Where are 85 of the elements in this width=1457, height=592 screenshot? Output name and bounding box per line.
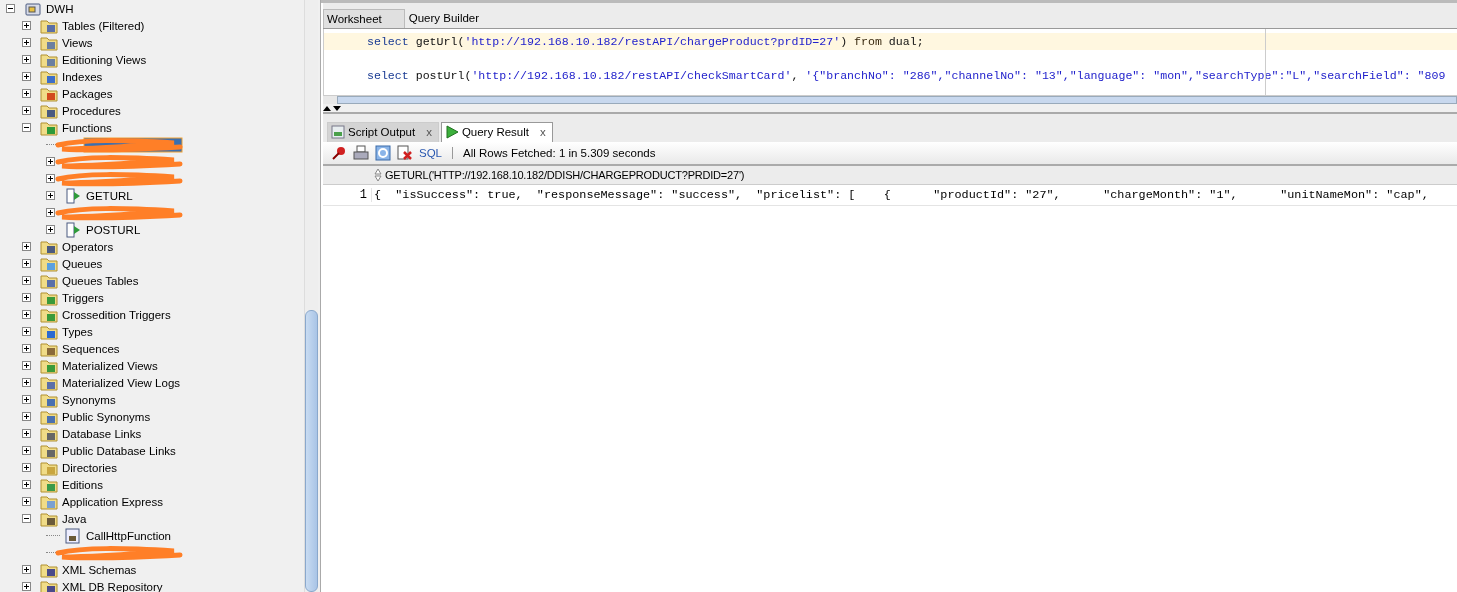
tree-item[interactable]: Database Links [60, 427, 144, 440]
tree-item[interactable]: Queues [60, 257, 105, 270]
refresh-icon[interactable] [375, 145, 391, 161]
tree-item[interactable]: Synonyms [60, 393, 118, 406]
folder-icon [40, 510, 58, 527]
tree-item[interactable]: XML DB Repository [60, 580, 165, 592]
cancel-icon[interactable] [397, 145, 413, 161]
tree-item[interactable]: Indexes [60, 70, 105, 83]
tree-item[interactable]: Triggers [60, 291, 106, 304]
code-editor[interactable] [323, 29, 1457, 95]
table-cell[interactable]: { "isSuccess": true, "responseMessage": "success", "pricelist": [ { "productId": "27", "chargeMonth": "1", "unitNameMon": "cap", [371, 188, 1429, 202]
tree-item[interactable]: Operators [60, 240, 116, 253]
tree-item[interactable]: Public Synonyms [60, 410, 153, 423]
tree-item[interactable]: Types [60, 325, 95, 338]
java-class-icon [64, 527, 82, 544]
tree-item[interactable]: Procedures [60, 104, 123, 117]
tree-item[interactable]: POSTURL [84, 223, 143, 236]
tree-item[interactable]: Views [60, 36, 95, 49]
folder-icon [40, 476, 58, 493]
tree-item[interactable]: XML Schemas [60, 563, 139, 576]
folder-icon [40, 102, 58, 119]
folder-icon [40, 493, 58, 510]
function-icon [64, 221, 82, 238]
tree-item[interactable]: Queues Tables [60, 274, 141, 287]
horizontal-scrollbar[interactable] [323, 95, 1457, 104]
scrollbar-thumb[interactable] [305, 310, 318, 592]
folder-icon [40, 68, 58, 85]
function-icon [64, 187, 82, 204]
tree-item[interactable]: CallHttpFunction [84, 529, 173, 542]
tree-item[interactable]: Materialized Views [60, 359, 160, 372]
folder-icon [40, 85, 58, 102]
splitter-handle[interactable] [323, 104, 1457, 114]
folder-icon [40, 425, 58, 442]
tree-item[interactable]: Packages [60, 87, 115, 100]
tree-item[interactable]: Crossedition Triggers [60, 308, 173, 321]
sort-icon [374, 168, 382, 182]
folder-icon [40, 578, 58, 592]
vertical-scrollbar[interactable] [304, 0, 318, 592]
folder-icon [40, 51, 58, 68]
tree-item[interactable]: Sequences [60, 342, 122, 355]
status-text: All Rows Fetched: 1 in 5.309 seconds [463, 147, 656, 159]
code-line: select getUrl('http://192.168.10.182/restAPI/chargeProduct?prdID=27') from dual; [367, 35, 924, 48]
folder-icon [40, 306, 58, 323]
sql-link[interactable]: SQL [419, 147, 442, 159]
tree-item[interactable]: GETURL [84, 189, 135, 202]
editor-tab[interactable]: Query Builder [404, 8, 503, 28]
tree-item[interactable]: Functions [60, 121, 114, 134]
print-icon[interactable] [353, 145, 369, 161]
folder-icon [40, 238, 58, 255]
output-tab[interactable]: Script Output x [327, 122, 439, 142]
tree-item[interactable]: Application Express [60, 495, 165, 508]
tree-item[interactable]: Tables (Filtered) [60, 19, 147, 32]
folder-icon [40, 119, 58, 136]
row-number: 1 [358, 188, 368, 202]
folder-icon [40, 374, 58, 391]
folder-icon [40, 17, 58, 34]
tree-item[interactable]: Java [60, 512, 89, 525]
script-icon [331, 125, 345, 139]
close-button[interactable]: x [540, 126, 546, 138]
tree-item[interactable]: DWH [44, 2, 76, 15]
tree-connector [46, 535, 60, 536]
folder-icon [40, 391, 58, 408]
tree-item[interactable]: Editions [60, 478, 105, 491]
tree-item[interactable]: Materialized View Logs [60, 376, 183, 389]
folder-icon [40, 561, 58, 578]
play-icon [444, 125, 459, 139]
tree-item[interactable]: Editioning Views [60, 53, 149, 66]
folder-icon [40, 340, 58, 357]
tree-item[interactable]: Directories [60, 461, 119, 474]
folder-icon [40, 255, 58, 272]
folder-icon [40, 272, 58, 289]
database-icon [24, 0, 42, 17]
folder-icon [40, 34, 58, 51]
folder-icon [40, 442, 58, 459]
folder-icon [40, 459, 58, 476]
folder-icon [40, 289, 58, 306]
close-button[interactable]: x [426, 126, 432, 138]
editor-tab[interactable]: Worksheet [323, 9, 405, 28]
folder-icon [40, 357, 58, 374]
folder-icon [40, 408, 58, 425]
tree-item[interactable]: Public Database Links [60, 444, 178, 457]
folder-icon [40, 323, 58, 340]
output-tab[interactable]: Query Result x [440, 122, 553, 142]
pin-icon[interactable] [331, 145, 347, 161]
code-line: select postUrl('http://192.168.10.182/restAPI/checkSmartCard', '{"branchNo": "286","channelNo": "13","language": "mon","searchType":"L","searchField": "809 [367, 69, 1446, 82]
